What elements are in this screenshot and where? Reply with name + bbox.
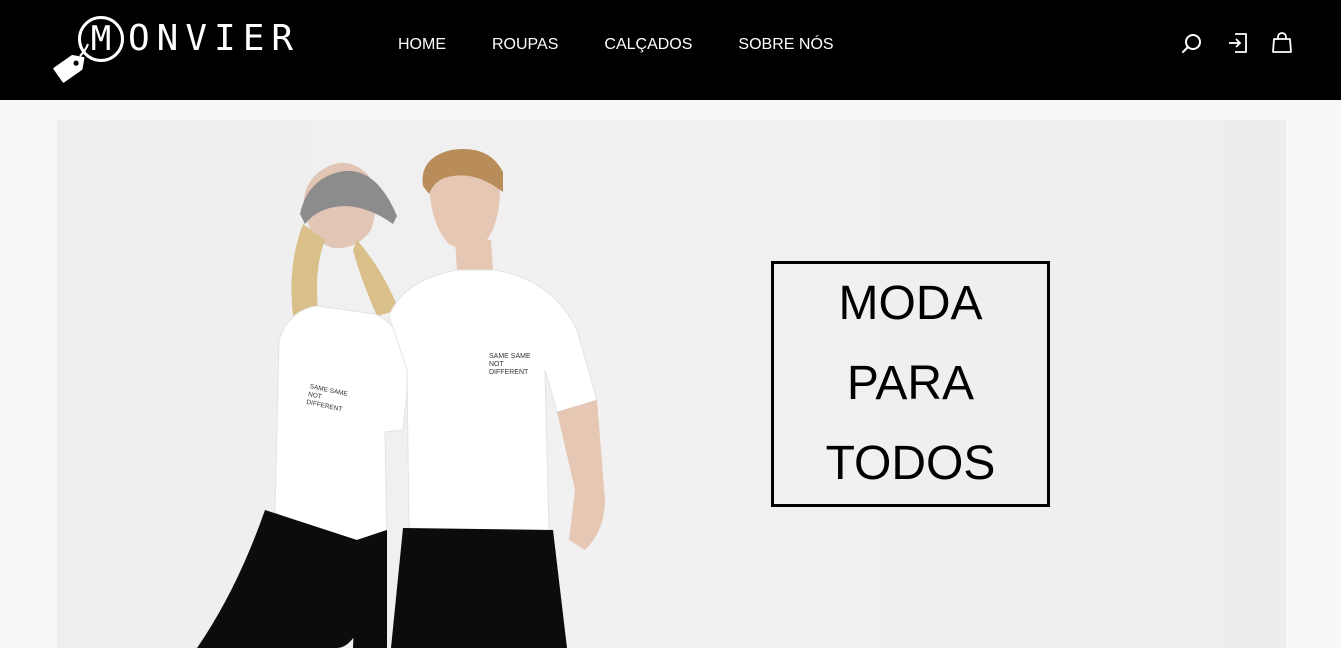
site-header: M ONVIER HOME ROUPAS CALÇADOS SOBRE NÓS xyxy=(0,0,1341,100)
tagline-line-2: PARA xyxy=(846,357,975,410)
nav-home[interactable]: HOME xyxy=(398,34,446,56)
shirt-print-line-1: SAME SAME xyxy=(489,353,531,360)
logo-initial: M xyxy=(90,19,112,59)
brand-logo[interactable]: M ONVIER xyxy=(50,14,301,83)
main-nav: HOME ROUPAS CALÇADOS SOBRE NÓS xyxy=(398,34,834,56)
shirt-print-line-2: NOT xyxy=(489,361,505,368)
nav-roupas[interactable]: ROUPAS xyxy=(492,34,558,56)
hero-tagline-box: MODA PARA TODOS xyxy=(771,261,1050,507)
nav-calcados[interactable]: CALÇADOS xyxy=(604,34,692,56)
search-icon[interactable] xyxy=(1180,32,1204,56)
hero-banner: SAME SAME NOT DIFFERENT SAME SAME NOT DI… xyxy=(57,120,1286,648)
hero-models-image: SAME SAME NOT DIFFERENT SAME SAME NOT DI… xyxy=(197,148,605,648)
tagline-line-1: MODA xyxy=(838,277,983,330)
nav-sobre-nos[interactable]: SOBRE NÓS xyxy=(738,34,833,56)
tagline-line-3: TODOS xyxy=(825,437,996,490)
shopping-bag-icon[interactable] xyxy=(1270,31,1294,55)
logo-wordmark: ONVIER xyxy=(128,18,301,59)
login-icon[interactable] xyxy=(1226,31,1250,55)
shirt-print-line-3: DIFFERENT xyxy=(489,369,529,376)
